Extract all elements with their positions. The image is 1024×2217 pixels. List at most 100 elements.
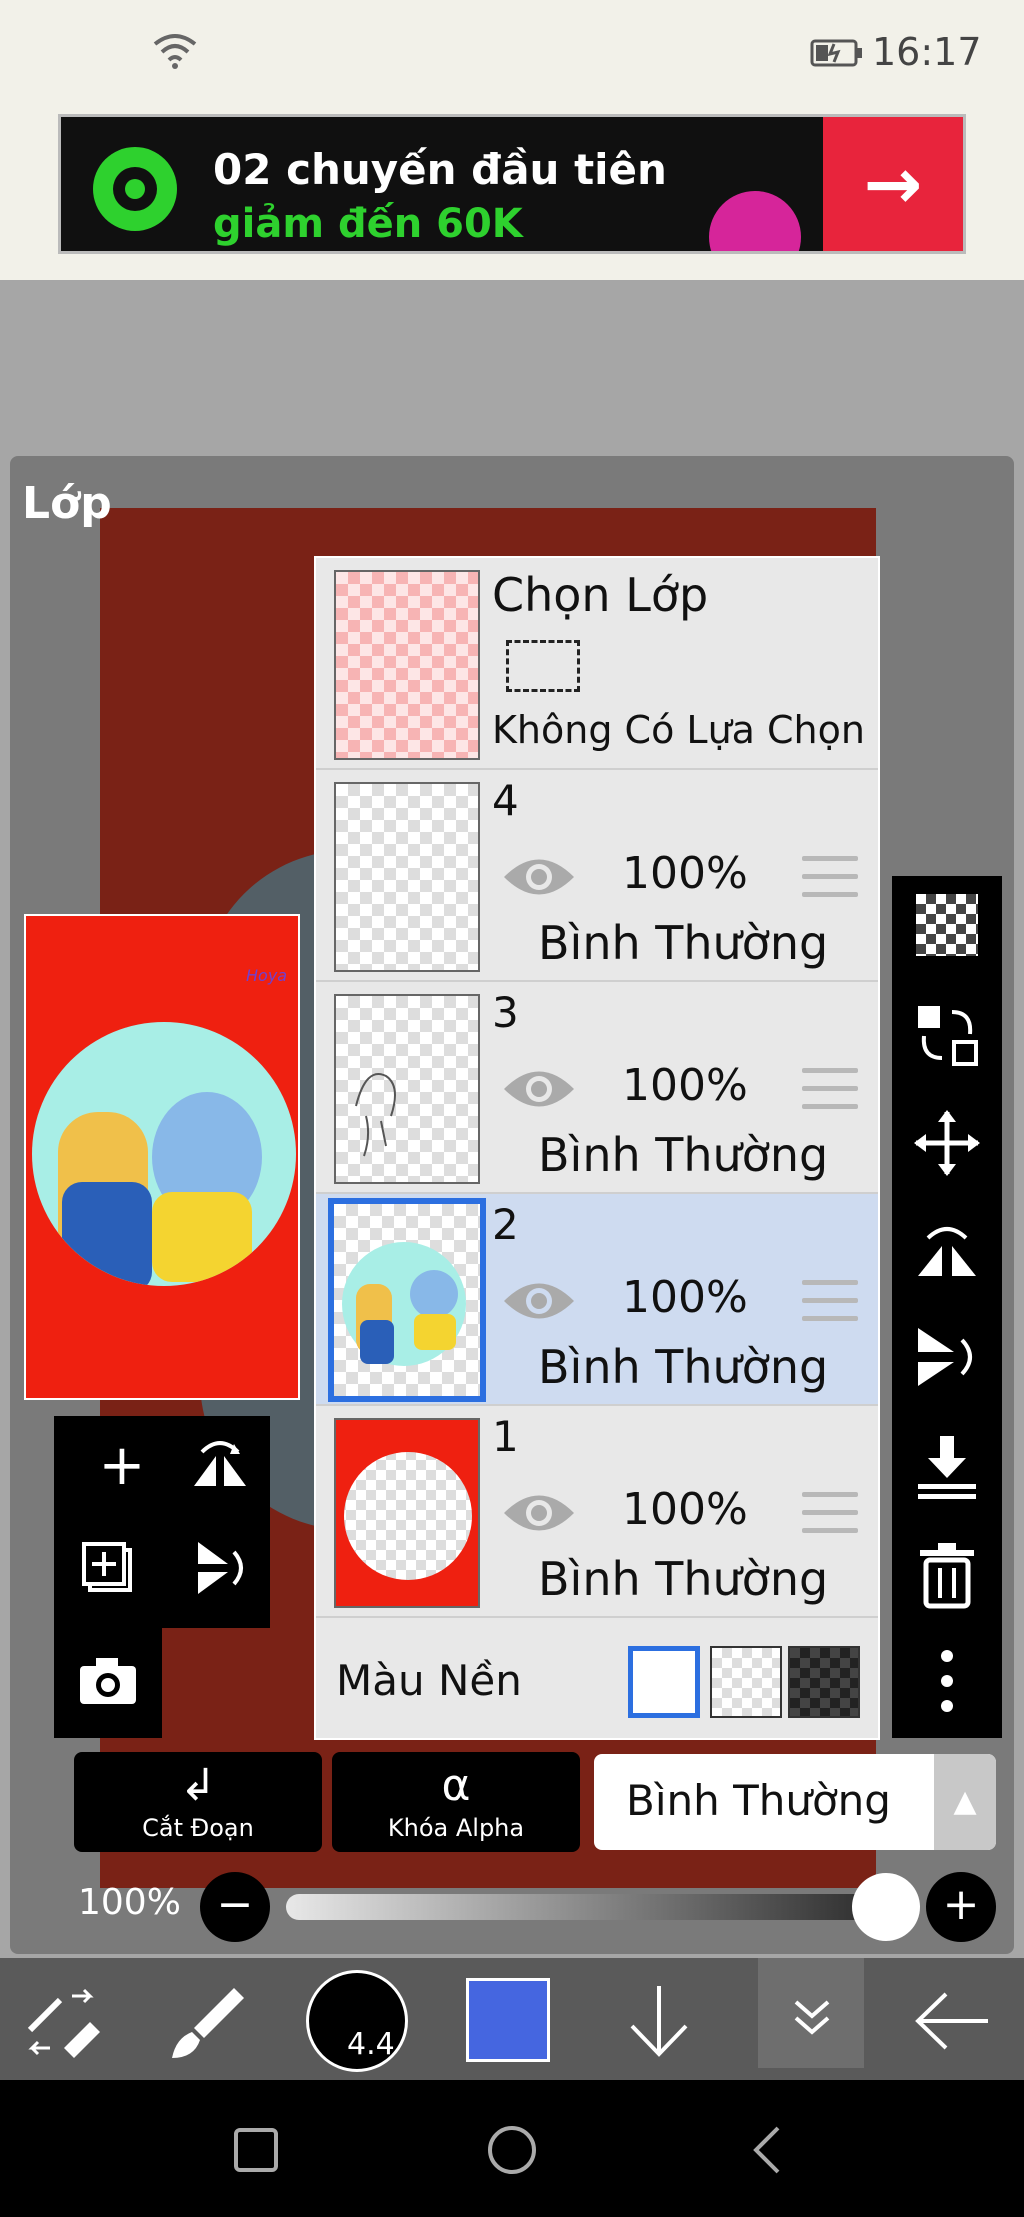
layer-row-selected[interactable]: 2 100% Bình Thường — [316, 1194, 878, 1406]
lock-icon: α — [441, 1760, 471, 1811]
flip-horizontal-icon[interactable] — [912, 1216, 982, 1286]
brush-size-button[interactable]: 4.4 — [306, 1970, 408, 2072]
opacity-increase-button[interactable]: + — [926, 1872, 996, 1942]
brush-size-value: 4.4 — [347, 2027, 395, 2062]
panel-title: Lớp — [22, 478, 112, 529]
brush-icon[interactable] — [164, 1978, 250, 2064]
layer-opacity: 100% — [622, 1272, 748, 1323]
layer-thumbnail — [334, 994, 480, 1184]
more-options-icon[interactable] — [912, 1646, 982, 1716]
selection-layer-row[interactable]: Chọn Lớp Không Có Lựa Chọn — [316, 558, 878, 770]
layer-row[interactable]: 1 100% Bình Thường — [316, 1406, 878, 1618]
preview-character-left-body — [62, 1182, 152, 1286]
ad-decoration — [709, 191, 801, 251]
clipping-icon: ↲ — [179, 1760, 217, 1811]
wifi-icon — [153, 34, 197, 69]
layer-thumbnail — [328, 1198, 486, 1402]
arrow-down-icon[interactable] — [616, 1978, 702, 2064]
layer-blend-mode: Bình Thường — [538, 1340, 829, 1394]
layer-blend-mode: Bình Thường — [538, 1128, 829, 1182]
swap-layer-icon[interactable] — [912, 1000, 982, 1070]
layer-tools-left-bottom — [54, 1628, 162, 1738]
layer-thumbnail — [334, 782, 480, 972]
layer-row[interactable]: 3 100% Bình Thường — [316, 982, 878, 1194]
drag-handle-icon[interactable] — [802, 1280, 858, 1326]
background-color-row: Màu Nền — [316, 1626, 878, 1738]
home-icon[interactable] — [482, 2120, 542, 2180]
selection-subtitle: Không Có Lựa Chọn — [492, 708, 865, 752]
back-arrow-icon[interactable] — [910, 1978, 996, 2064]
selection-title: Chọn Lớp — [492, 568, 709, 622]
ad-headline: 02 chuyến đầu tiên — [213, 145, 667, 194]
clock: 16:17 — [872, 30, 982, 74]
layer-name: 3 — [492, 988, 519, 1037]
bg-white-swatch[interactable] — [628, 1646, 700, 1718]
alpha-lock-label: Khóa Alpha — [387, 1814, 525, 1842]
preview-character-right-body — [152, 1192, 252, 1282]
layer-opacity: 100% — [622, 1484, 748, 1535]
tool-switch-icon[interactable] — [20, 1978, 106, 2064]
battery-icon — [810, 39, 862, 67]
add-copy-layer-icon[interactable] — [78, 1536, 142, 1600]
status-bar: 16:17 — [0, 0, 1024, 110]
dropdown-arrow-icon[interactable]: ▲ — [934, 1754, 996, 1850]
opacity-decrease-button[interactable]: − — [200, 1872, 270, 1942]
transparency-icon[interactable] — [916, 894, 978, 956]
opacity-label: 100% — [78, 1882, 181, 1923]
bg-dark-swatch[interactable] — [788, 1646, 860, 1718]
clipping-label: Cắt Đoạn — [142, 1814, 254, 1842]
opacity-slider[interactable] — [286, 1894, 886, 1920]
move-icon[interactable] — [912, 1108, 982, 1178]
double-chevron-down-icon — [794, 2000, 830, 2035]
clipping-button[interactable]: ↲ Cắt Đoạn — [74, 1752, 322, 1852]
layer-name: 4 — [492, 776, 519, 825]
opacity-slider-handle[interactable] — [852, 1873, 920, 1941]
blend-mode-value: Bình Thường — [626, 1776, 891, 1825]
bottom-toolbar: 4.4 — [0, 1958, 1024, 2080]
selection-marquee-icon — [506, 640, 580, 692]
drag-handle-icon[interactable] — [802, 1068, 858, 1114]
blend-mode-dropdown[interactable]: Bình Thường ▲ — [594, 1754, 996, 1850]
ad-banner-container: 02 chuyến đầu tiên giảm đến 60K → — [0, 110, 1024, 280]
ad-logo-icon — [93, 147, 177, 231]
ad-banner[interactable]: 02 chuyến đầu tiên giảm đến 60K → — [58, 114, 966, 254]
ad-arrow-button[interactable]: → — [823, 117, 963, 251]
layer-opacity: 100% — [622, 1060, 748, 1111]
back-icon[interactable] — [738, 2120, 798, 2180]
camera-icon[interactable] — [76, 1648, 140, 1712]
merge-down-icon[interactable] — [912, 1432, 982, 1502]
flip-horizontal-icon[interactable] — [188, 1434, 252, 1498]
preview-signature: Hoya — [246, 966, 288, 985]
eye-icon[interactable] — [502, 1276, 576, 1326]
eye-icon[interactable] — [502, 852, 576, 902]
system-nav-bar — [0, 2080, 1024, 2217]
layer-name: 2 — [492, 1200, 519, 1249]
selection-thumbnail — [334, 570, 480, 760]
alpha-lock-button[interactable]: α Khóa Alpha — [332, 1752, 580, 1852]
add-layer-icon[interactable]: + — [82, 1426, 162, 1506]
layer-opacity: 100% — [622, 848, 748, 899]
trash-icon[interactable] — [912, 1540, 982, 1610]
layer-tools-right — [892, 876, 1002, 1738]
color-swatch-button[interactable] — [466, 1978, 550, 2062]
drag-handle-icon[interactable] — [802, 1492, 858, 1538]
background-label: Màu Nền — [336, 1656, 522, 1705]
layer-row[interactable]: 4 100% Bình Thường — [316, 770, 878, 982]
layer-blend-mode: Bình Thường — [538, 916, 829, 970]
layer-menu-button[interactable] — [758, 1958, 864, 2068]
layer-thumbnail — [334, 1418, 480, 1608]
flip-vertical-icon[interactable] — [912, 1322, 982, 1392]
flip-vertical-icon[interactable] — [188, 1536, 252, 1600]
layer-blend-mode: Bình Thường — [538, 1552, 829, 1606]
canvas-preview[interactable]: Hoya — [24, 914, 300, 1400]
eye-icon[interactable] — [502, 1488, 576, 1538]
layer-name: 1 — [492, 1412, 519, 1461]
ad-subline: giảm đến 60K — [213, 201, 523, 247]
preview-circle — [32, 1022, 296, 1286]
layer-list: Chọn Lớp Không Có Lựa Chọn 4 100% Bình T… — [314, 556, 880, 1740]
recent-apps-icon[interactable] — [226, 2120, 286, 2180]
bg-transparent-swatch[interactable] — [710, 1646, 782, 1718]
drag-handle-icon[interactable] — [802, 856, 858, 902]
layer-tools-left: + — [54, 1416, 270, 1628]
eye-icon[interactable] — [502, 1064, 576, 1114]
